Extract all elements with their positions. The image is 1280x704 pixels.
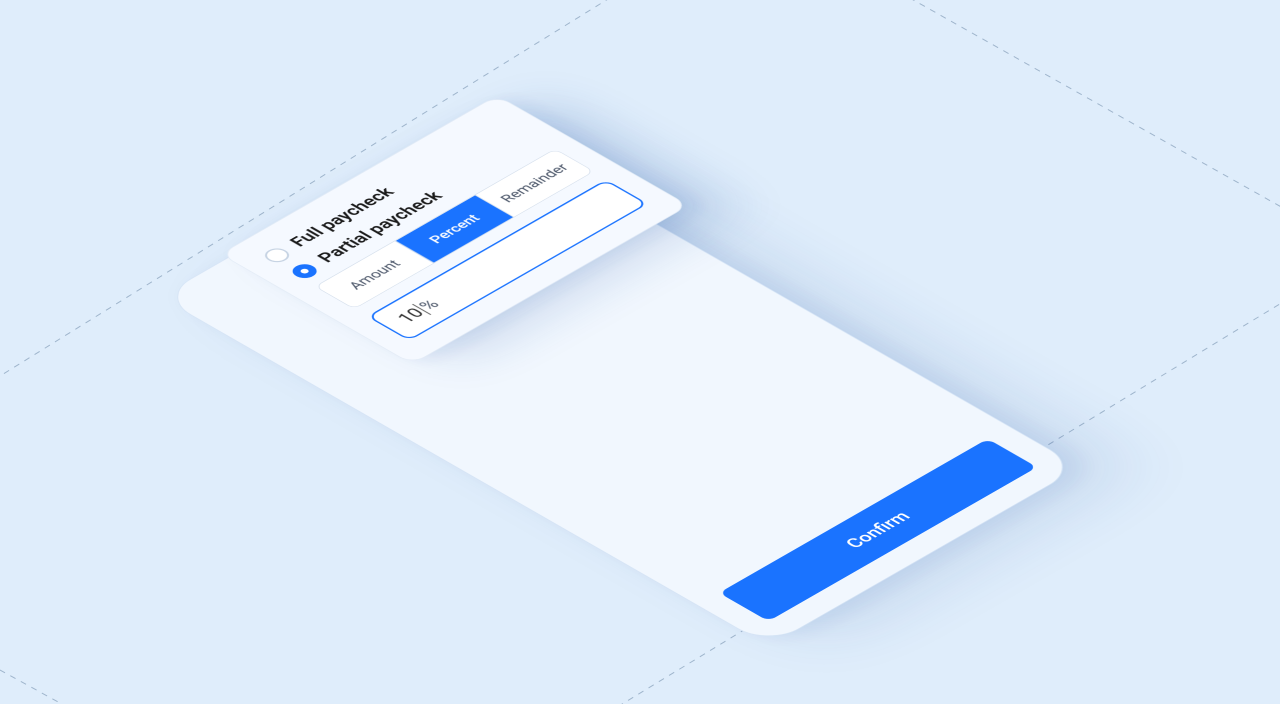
radio-selected-icon: [287, 261, 321, 280]
confirm-button[interactable]: Confirm: [719, 439, 1037, 622]
radio-unselected-icon: [260, 245, 294, 264]
option-full-paycheck[interactable]: Full paycheck: [259, 118, 516, 265]
paycheck-options-card: Full paycheck Partial paycheck Amount Pe…: [220, 95, 690, 364]
phone-frame: Full paycheck Partial paycheck Amount Pe…: [159, 118, 1081, 647]
